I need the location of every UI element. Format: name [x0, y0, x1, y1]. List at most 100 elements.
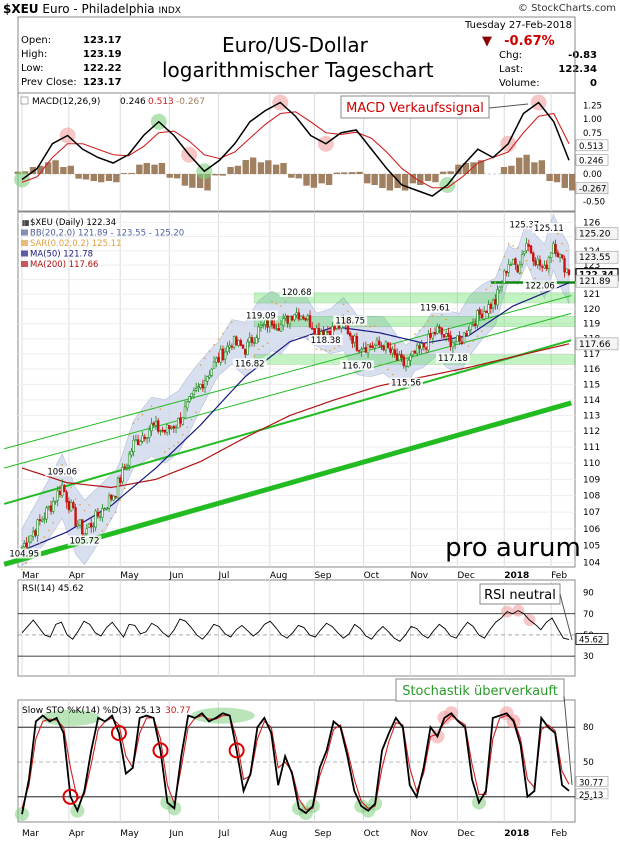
macd-value-label: -0.267 [579, 185, 606, 195]
candle-body [250, 337, 254, 343]
candle-body [456, 335, 459, 343]
x-tick-label: Oct [364, 571, 380, 581]
candle-body [453, 341, 457, 345]
sar-dot [213, 343, 215, 346]
sar-dot [427, 320, 430, 323]
macd-histogram-bar [295, 174, 302, 179]
candle-body [460, 341, 464, 345]
candle-body [223, 351, 227, 360]
y-tick-label: 112 [583, 427, 600, 437]
candle-body [458, 335, 461, 342]
sar-dot [347, 310, 349, 313]
candle-body [360, 349, 363, 352]
price-label: 118.75 [335, 316, 365, 326]
sar-dot [548, 274, 550, 277]
macd-histogram-bar [82, 174, 90, 180]
sar-dot [507, 242, 510, 245]
candle-body [273, 323, 276, 329]
candle-body [114, 496, 117, 498]
sar-dot [88, 504, 90, 506]
sar-dot [476, 335, 479, 338]
macd-histogram-bar [120, 173, 128, 174]
candle-body [532, 252, 535, 262]
y-tick-label: 113 [583, 411, 600, 421]
price-legend-entry: MA(50) 121.78 [30, 250, 93, 260]
candle-body [413, 350, 417, 354]
candle-body [186, 401, 189, 409]
y-tick-label: 120 [583, 305, 600, 315]
candle-body [471, 323, 475, 326]
candle-body [478, 309, 481, 315]
macd-histogram-bar [364, 174, 371, 184]
candle-body [43, 518, 46, 520]
macd-histogram-bar [242, 159, 249, 174]
candle-body [145, 436, 149, 440]
x-tick-label: Jul [217, 571, 229, 581]
candle-body [25, 542, 28, 548]
macd-histogram-bar [371, 174, 378, 185]
pro-aurum-logo: pro aurum [445, 533, 581, 563]
candle-body [313, 328, 316, 335]
macd-histogram-bar [348, 172, 356, 174]
sar-dot [472, 340, 474, 343]
candle-body [275, 328, 278, 330]
legend-swatch [21, 261, 28, 267]
candle-body [378, 340, 381, 346]
candle-body [511, 259, 515, 265]
sar-dot [373, 325, 376, 328]
macd-histogram-bar [60, 166, 67, 174]
sar-dot [199, 364, 202, 366]
candle-body [369, 345, 372, 348]
candle-body [447, 333, 450, 337]
candle-body [366, 344, 370, 354]
macd-panel-frame [17, 92, 576, 212]
sar-dot [280, 305, 282, 307]
price-label: 117.18 [438, 354, 468, 364]
candle-body [190, 393, 193, 397]
candle-body [304, 317, 307, 321]
sar-dot [70, 486, 72, 489]
candle-body [355, 335, 359, 351]
sar-dot [52, 521, 55, 524]
candle-body [422, 343, 426, 348]
x-tick-label: Apr [69, 571, 85, 581]
sto-legend: Slow STO %K(14) %D(3) [22, 706, 131, 716]
sar-dot [490, 285, 492, 287]
candle-body [529, 245, 533, 254]
candle-body [206, 376, 209, 382]
candle-body [201, 384, 205, 389]
candle-body [161, 430, 164, 432]
candle-body [83, 533, 86, 536]
candle-body [241, 344, 245, 349]
chart-stage: $XEU Euro - Philadelphia INDX © StockCha… [0, 0, 620, 843]
candle-body [98, 516, 102, 518]
x-tick-label: Oct [364, 829, 380, 839]
candle-body [411, 350, 414, 356]
y-tick-label: 105 [583, 542, 600, 552]
candle-body [541, 266, 544, 268]
legend-swatch [21, 250, 28, 257]
candle-body [491, 299, 495, 309]
candle-body [400, 353, 403, 358]
candle-body [520, 254, 524, 265]
candle-body [29, 535, 33, 543]
sar-dot [128, 433, 130, 436]
candle-body [326, 331, 330, 333]
rsi-y-tick: 30 [583, 652, 594, 662]
candle-body [565, 268, 568, 273]
price-label: 105.72 [70, 537, 100, 547]
sar-dot [329, 349, 331, 352]
candle-body [476, 310, 479, 326]
candle-body [288, 316, 292, 325]
candle-body [554, 244, 557, 254]
candle-body [293, 314, 296, 321]
candle-body [60, 484, 64, 497]
sar-dot [222, 332, 224, 335]
candle-body [23, 542, 26, 548]
candle-body [181, 417, 184, 425]
sar-dot [43, 536, 46, 539]
candle-body [503, 270, 506, 284]
candle-body [143, 436, 146, 440]
y-tick-label: 121 [583, 290, 600, 300]
macd-y-tick: 0.75 [583, 129, 602, 139]
